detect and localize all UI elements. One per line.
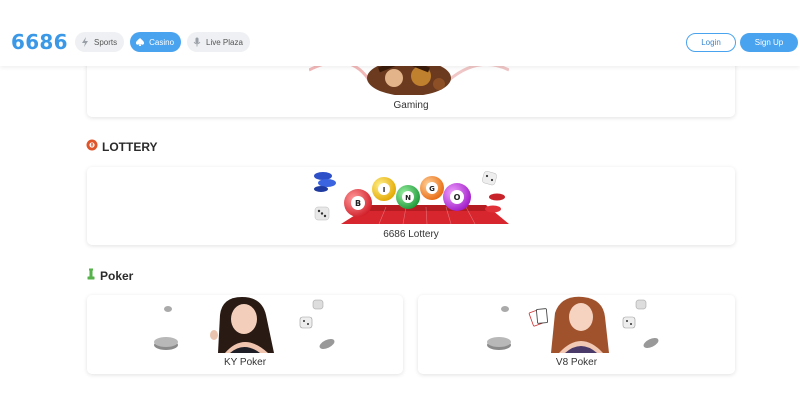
bingo-ball-o: O <box>454 193 461 202</box>
svg-text:8: 8 <box>91 143 94 148</box>
nav-sports-label: Sports <box>94 37 118 47</box>
microphone-icon <box>192 37 202 47</box>
lottery-card-label: 6686 Lottery <box>383 229 439 240</box>
poker-section-title: Poker <box>86 268 133 283</box>
poker-chips-icon <box>314 172 336 192</box>
v8-poker-label: V8 Poker <box>555 357 598 368</box>
nav-casino-label: Casino <box>149 37 175 47</box>
v8-poker-thumbnail <box>481 295 676 353</box>
spade-icon <box>135 37 145 47</box>
lightning-icon <box>80 37 90 47</box>
gaming-label: Gaming <box>393 100 429 111</box>
ky-poker-thumbnail <box>150 295 345 353</box>
lottery-ball-icon: 8 <box>86 139 98 154</box>
bingo-thumbnail: B I N G O <box>311 167 509 225</box>
nav-live-plaza-label: Live Plaza <box>206 37 243 47</box>
ky-poker-card[interactable]: KY Poker <box>87 295 403 374</box>
lottery-section-title: 8 LOTTERY <box>86 139 158 154</box>
lottery-card[interactable]: B I N G O 6686 Lottery <box>87 167 735 245</box>
site-logo[interactable]: 6686 <box>11 30 68 54</box>
bingo-ball-n: N <box>405 194 411 202</box>
bingo-ball-g: G <box>429 185 435 193</box>
nav-live-plaza[interactable]: Live Plaza <box>187 32 250 52</box>
bingo-ball-i: I <box>383 186 386 194</box>
bingo-ball-b: B <box>355 199 361 208</box>
top-header: 6686 Sports Casino Live Plaza Login Sign… <box>0 0 800 66</box>
lottery-title: LOTTERY <box>102 139 158 154</box>
v8-poker-card[interactable]: V8 Poker <box>418 295 735 374</box>
nav-casino[interactable]: Casino <box>130 32 182 52</box>
ky-poker-label: KY Poker <box>223 357 267 368</box>
chess-piece-icon <box>86 268 96 283</box>
signup-button[interactable]: Sign Up <box>740 33 798 52</box>
login-button[interactable]: Login <box>686 33 736 52</box>
poker-title: Poker <box>100 268 134 283</box>
main-nav: Sports Casino Live Plaza <box>75 32 250 52</box>
nav-sports[interactable]: Sports <box>75 32 125 52</box>
auth-buttons: Login Sign Up <box>686 33 798 52</box>
